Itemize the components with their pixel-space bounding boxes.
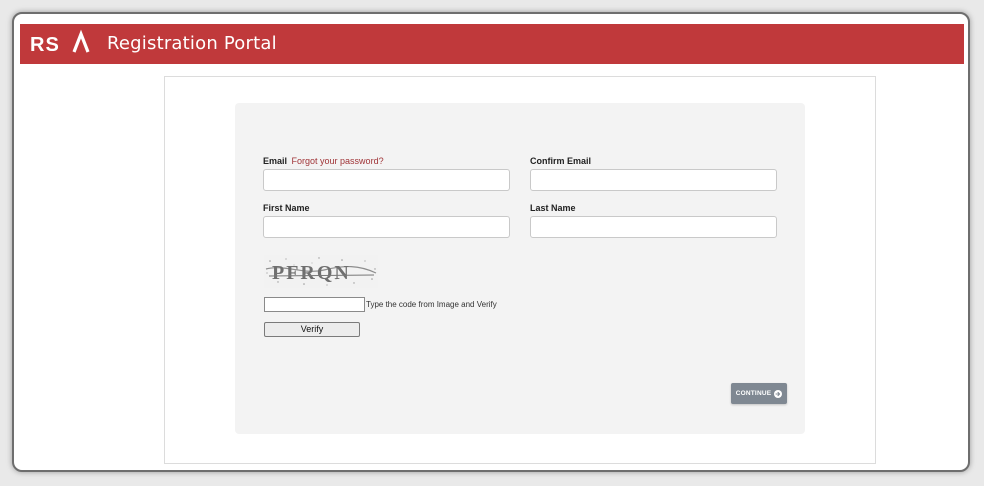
email-field[interactable] — [263, 169, 510, 191]
browser-window: RS Registration Portal Email Forgot your… — [12, 12, 970, 472]
page-title: Registration Portal — [107, 33, 277, 54]
first-name-label: First Name — [263, 203, 310, 213]
header-bar: RS Registration Portal — [20, 24, 964, 64]
continue-label: CONTINUE — [735, 390, 772, 397]
arrow-right-circle-icon — [774, 389, 783, 398]
content-panel: Email Forgot your password? Confirm Emai… — [164, 76, 876, 464]
continue-button[interactable]: CONTINUE — [731, 383, 787, 404]
captcha-code-input[interactable] — [264, 297, 365, 312]
registration-form: Email Forgot your password? Confirm Emai… — [235, 103, 805, 434]
confirm-email-field[interactable] — [530, 169, 777, 191]
verify-button[interactable]: Verify — [264, 322, 360, 337]
forgot-password-link[interactable]: Forgot your password? — [292, 156, 384, 166]
captcha-image: PFRQN — [264, 255, 378, 288]
captcha-text: PFRQN — [272, 262, 351, 284]
svg-text:RS: RS — [30, 34, 60, 56]
first-name-field[interactable] — [263, 216, 510, 238]
last-name-field[interactable] — [530, 216, 777, 238]
captcha-hint: Type the code from Image and Verify — [366, 300, 497, 309]
email-label: Email — [263, 156, 288, 166]
rsa-logo: RS — [30, 29, 90, 56]
email-label-row: Email Forgot your password? — [263, 156, 384, 166]
confirm-email-label: Confirm Email — [530, 156, 592, 166]
last-name-label: Last Name — [530, 203, 576, 213]
